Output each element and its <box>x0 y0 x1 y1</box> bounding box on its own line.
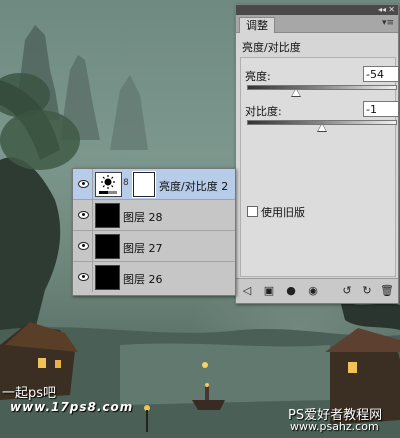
back-arrow-icon[interactable]: ◁ <box>240 284 254 298</box>
adjustments-panel: ◂◂ ✕ 调整 ▾≡ 亮度/对比度 亮度: 对比度: 使用旧版 ◁ ▣ ● ◉ … <box>235 4 399 304</box>
visibility-toggle[interactable] <box>73 231 93 261</box>
eye-icon[interactable] <box>78 273 89 281</box>
panel-view-icon[interactable]: ▣ <box>262 284 276 298</box>
brightness-input[interactable] <box>363 66 399 82</box>
visibility-toggle[interactable] <box>73 200 93 230</box>
visibility-toggle[interactable] <box>73 169 93 199</box>
sun-icon <box>99 175 117 194</box>
eye-icon[interactable] <box>78 211 89 219</box>
panel-menu-icon[interactable]: ▾≡ <box>382 18 394 28</box>
layer-row[interactable]: 图层 28 <box>73 200 235 231</box>
use-legacy-checkbox[interactable] <box>247 206 258 217</box>
brightness-label: 亮度: <box>245 70 271 83</box>
collapse-icon[interactable]: ◂◂ <box>378 5 386 15</box>
adjustment-settings: 亮度: 对比度: 使用旧版 <box>240 57 399 277</box>
use-legacy-label: 使用旧版 <box>261 206 305 219</box>
brightness-slider-thumb-fill <box>292 89 300 96</box>
tab-adjustments[interactable]: 调整 <box>239 17 275 33</box>
visibility-toggle[interactable] <box>73 262 93 292</box>
brightness-contrast-layer-thumbnail <box>95 172 122 197</box>
watermark-right-url: www.psahz.com <box>290 420 379 433</box>
adjustments-footer: ◁ ▣ ● ◉ ↺ ↻ 🗑 <box>236 278 398 303</box>
adjustment-title: 亮度/对比度 <box>242 41 301 54</box>
watermark-left-url: www.17ps8.com <box>10 400 134 414</box>
delete-icon[interactable]: 🗑 <box>380 284 394 298</box>
layer-row[interactable]: 图层 26 <box>73 262 235 292</box>
layers-panel: 8 亮度/对比度 2 图层 28 图层 27 图层 26 <box>72 168 236 296</box>
panel-titlebar: ◂◂ ✕ <box>236 5 398 15</box>
reset-icon[interactable]: ↻ <box>360 284 374 298</box>
layer-name: 亮度/对比度 2 <box>159 180 229 193</box>
layer-name: 图层 28 <box>123 211 163 224</box>
visibility-icon[interactable]: ◉ <box>306 284 320 298</box>
eye-icon[interactable] <box>78 242 89 250</box>
layer-name: 图层 26 <box>123 273 163 286</box>
brightness-slider-track[interactable] <box>247 85 397 90</box>
contrast-slider-thumb-fill <box>318 124 326 131</box>
layer-thumbnail <box>95 265 120 290</box>
layer-row[interactable]: 图层 27 <box>73 231 235 262</box>
layer-thumbnail <box>95 234 120 259</box>
eye-icon[interactable] <box>78 180 89 188</box>
link-chain-icon[interactable]: 8 <box>123 178 129 188</box>
panel-tab-row: 调整 ▾≡ <box>236 15 398 33</box>
view-previous-icon[interactable]: ↺ <box>340 284 354 298</box>
contrast-input[interactable] <box>363 101 399 117</box>
watermark-left-title: 一起ps吧 <box>2 386 57 401</box>
layer-name: 图层 27 <box>123 242 163 255</box>
layer-row-adjustment[interactable]: 8 亮度/对比度 2 <box>73 169 235 200</box>
close-panel-icon[interactable]: ✕ <box>388 5 395 15</box>
layer-thumbnail <box>95 203 120 228</box>
layer-mask-thumbnail[interactable] <box>133 172 155 197</box>
clip-icon[interactable]: ● <box>284 284 298 298</box>
contrast-label: 对比度: <box>245 105 282 118</box>
